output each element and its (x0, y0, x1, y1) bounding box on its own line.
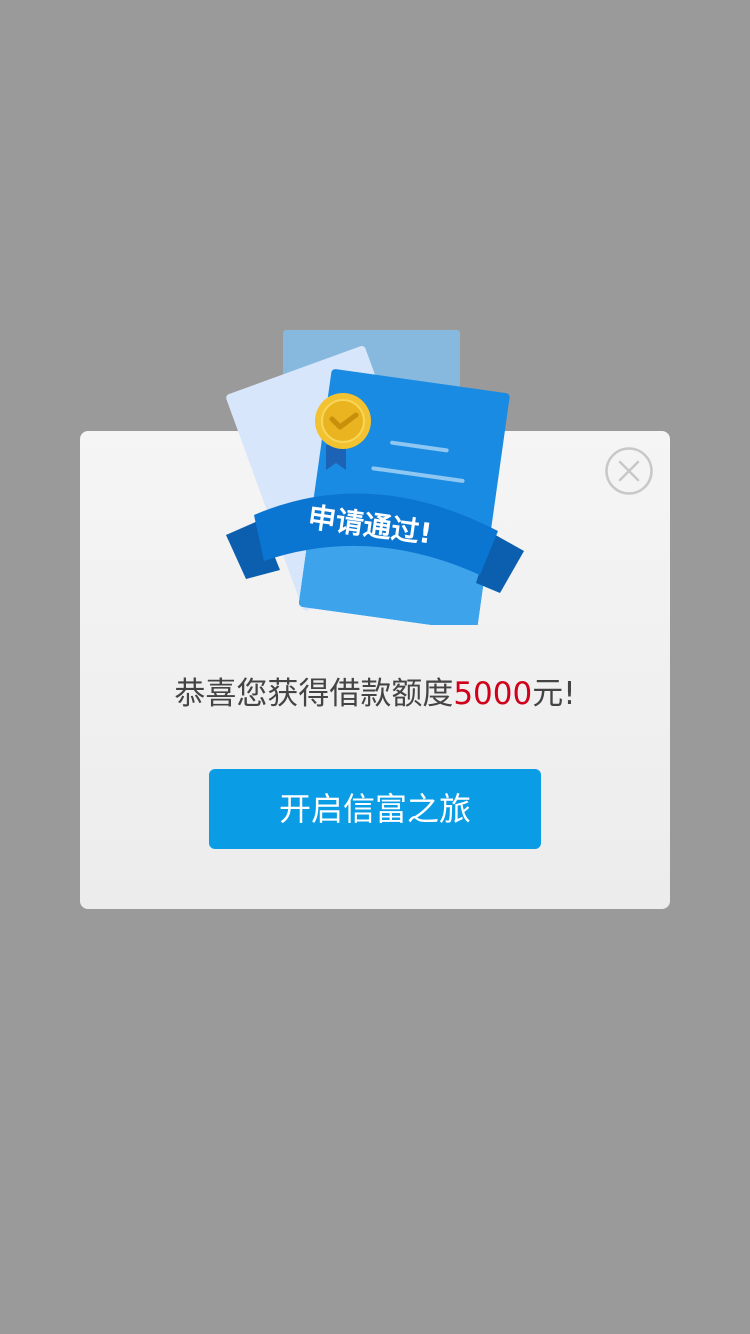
message-suffix: 元! (532, 676, 576, 712)
credit-amount: 5000 (453, 676, 533, 712)
approved-document-illustration: 申请通过! (226, 330, 524, 625)
close-icon[interactable] (605, 447, 653, 495)
start-journey-button[interactable]: 开启信富之旅 (209, 769, 541, 849)
message-prefix: 恭喜您获得借款额度 (174, 676, 454, 712)
approval-message: 恭喜您获得借款额度5000元! (80, 670, 670, 718)
